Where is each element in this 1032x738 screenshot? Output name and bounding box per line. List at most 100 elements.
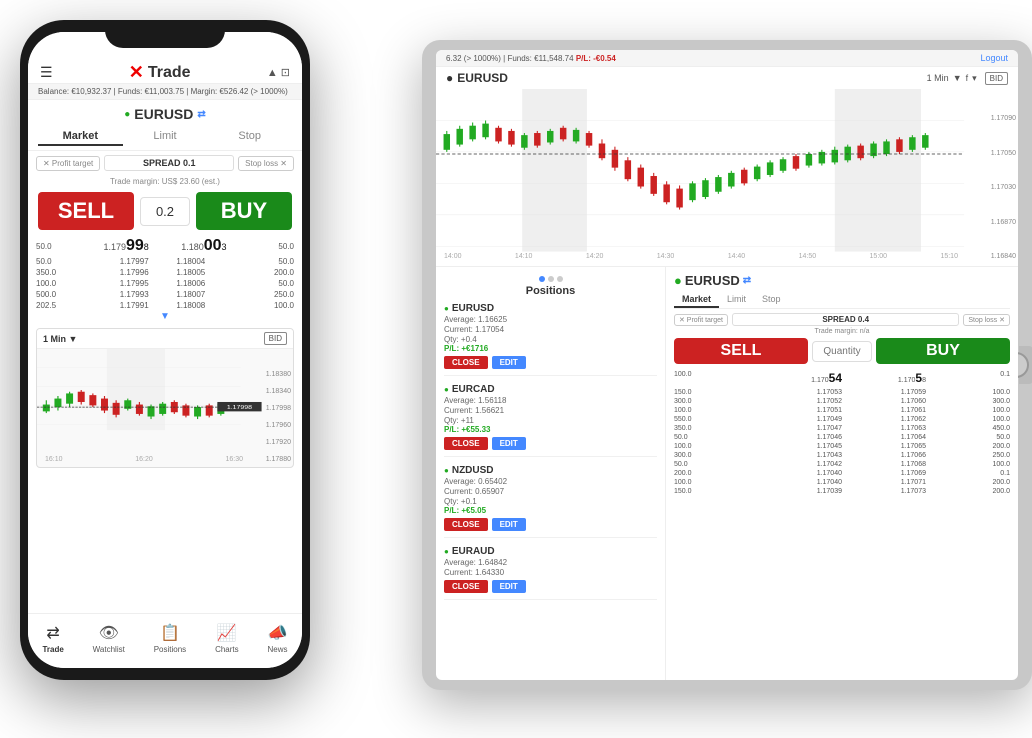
brand-name: Trade xyxy=(148,64,191,82)
x-logo-icon: ✕ xyxy=(129,62,144,83)
tp-ob-bid-2: 1.17052 xyxy=(758,398,842,405)
dot-1 xyxy=(539,276,545,282)
tp-refresh-icon[interactable]: ⇄ xyxy=(743,275,751,286)
pos-euraud-name-text: EURAUD xyxy=(452,546,495,557)
pair-refresh-icon[interactable]: ⇄ xyxy=(197,109,205,120)
ob-bid-2: 1.17996 xyxy=(99,268,149,277)
tablet-bid-tag[interactable]: BID xyxy=(985,72,1008,85)
tp-sell-buy-row: SELL BUY xyxy=(674,338,1010,364)
pos-nzdusd-name-text: NZDUSD xyxy=(452,465,494,476)
tp-ob-row-7: 100.0 1.17045 1.17065 200.0 xyxy=(674,442,1010,451)
tp-ob-bid-11: 1.17040 xyxy=(758,479,842,486)
tp-ob-qty2-6: 50.0 xyxy=(926,434,1010,441)
ob-qty-4: 500.0 xyxy=(36,290,71,299)
hamburger-icon[interactable]: ☰ xyxy=(40,64,53,81)
close-eurcad-button[interactable]: CLOSE xyxy=(444,437,488,450)
ob-qty2-5: 100.0 xyxy=(259,301,294,310)
price-1: 1.18340 xyxy=(246,388,291,395)
tp-buy-button[interactable]: BUY xyxy=(876,338,1010,364)
close-euraud-button[interactable]: CLOSE xyxy=(444,580,488,593)
profit-target-chip[interactable]: ✕ Profit target xyxy=(36,156,100,171)
tp-profit-target[interactable]: ✕ Profit target xyxy=(674,314,728,326)
logout-button[interactable]: Logout xyxy=(980,53,1008,63)
sell-button[interactable]: SELL xyxy=(38,192,134,230)
tp-ob-row-10: 200.0 1.17040 1.17069 0.1 xyxy=(674,469,1010,478)
positions-icon: 📋 xyxy=(160,623,180,643)
tp-ob-qty2-10: 0.1 xyxy=(926,470,1010,477)
tp-ob-qty2-12: 200.0 xyxy=(926,488,1010,495)
phone-status-bar: Balance: €10,932.37 | Funds: €11,003.75 … xyxy=(28,83,302,100)
order-book-highlight-row: 50.0 1.179998 1.180003 50.0 xyxy=(36,236,294,256)
tp-ob-ask-6: 1.17064 xyxy=(842,434,926,441)
t-time-5: 14:50 xyxy=(799,253,817,260)
ob-qty-2: 350.0 xyxy=(36,268,71,277)
pos-eurusd-buttons: CLOSE EDIT xyxy=(444,356,657,369)
ob-bid-4: 1.17993 xyxy=(99,290,149,299)
tp-ob-qty1-6: 50.0 xyxy=(674,434,758,441)
pagination-dots xyxy=(444,273,657,285)
tp-ob-bid-7: 1.17045 xyxy=(758,443,842,450)
stop-loss-chip[interactable]: Stop loss ✕ xyxy=(238,156,294,171)
tp-tab-limit[interactable]: Limit xyxy=(719,292,754,308)
tablet-pair-dot: ● xyxy=(446,71,453,85)
tp-name-text: EURUSD xyxy=(685,273,740,288)
tablet-indicator-icon[interactable]: f xyxy=(966,73,969,83)
positions-label: Positions xyxy=(154,645,186,654)
pos-eurcad-pnl: P/L: +€55.33 xyxy=(444,425,657,434)
tab-limit[interactable]: Limit xyxy=(123,128,208,146)
tp-ob-bid-12: 1.17039 xyxy=(758,488,842,495)
t-time-0: 14:00 xyxy=(444,253,462,260)
tp-quantity-input[interactable] xyxy=(812,341,872,362)
position-eurusd: ● EURUSD Average: 1.16625 Current: 1.170… xyxy=(444,303,657,376)
tp-stop-loss[interactable]: Stop loss ✕ xyxy=(963,314,1010,326)
phone-chart-toolbar: 1 Min ▼ BID xyxy=(37,329,293,349)
tablet-pnl: P/L: -€0.54 xyxy=(576,54,616,63)
tp-ob-row-5: 350.0 1.17047 1.17063 450.0 xyxy=(674,424,1010,433)
tab-stop[interactable]: Stop xyxy=(207,128,292,146)
nav-watchlist[interactable]: 👁 Watchlist xyxy=(93,623,125,654)
edit-eurusd-button[interactable]: EDIT xyxy=(492,356,526,369)
nav-news[interactable]: 📣 News xyxy=(268,623,288,654)
edit-eurcad-button[interactable]: EDIT xyxy=(492,437,526,450)
tp-tab-market[interactable]: Market xyxy=(674,292,719,308)
price-0: 1.18380 xyxy=(246,371,291,378)
phone-timeframe-selector[interactable]: 1 Min ▼ xyxy=(43,334,77,344)
dot-3 xyxy=(557,276,563,282)
tp-ob-row-11: 100.0 1.17040 1.17071 200.0 xyxy=(674,478,1010,487)
close-eurusd-button[interactable]: CLOSE xyxy=(444,356,488,369)
scroll-down-icon[interactable]: ▼ xyxy=(36,311,294,322)
tablet-timeframe[interactable]: 1 Min xyxy=(927,73,949,83)
close-nzdusd-button[interactable]: CLOSE xyxy=(444,518,488,531)
tp-ob-qty1-3: 100.0 xyxy=(674,407,758,414)
tp-ob-ask-7: 1.17065 xyxy=(842,443,926,450)
ob-qty-5: 202.5 xyxy=(36,301,71,310)
pos-euraud-buttons: CLOSE EDIT xyxy=(444,580,657,593)
quantity-input[interactable] xyxy=(140,197,190,226)
t-time-7: 15:10 xyxy=(940,253,958,260)
tablet-tf-arrow[interactable]: ▼ xyxy=(953,73,962,83)
tp-ob-qty2-3: 100.0 xyxy=(926,407,1010,414)
tablet-price-labels: 1.17090 1.17050 1.17030 1.16870 1.16840 xyxy=(961,115,1016,260)
ob-ask-4: 1.18007 xyxy=(176,290,231,299)
edit-euraud-button[interactable]: EDIT xyxy=(492,580,526,593)
order-book-row-3: 100.0 1.17995 1.18006 50.0 xyxy=(36,278,294,289)
tablet-home-button[interactable] xyxy=(1019,346,1032,384)
tab-market[interactable]: Market xyxy=(38,128,123,146)
tp-ob-qty1-8: 300.0 xyxy=(674,452,758,459)
phone-bid-tag[interactable]: BID xyxy=(264,332,287,345)
tp-tab-stop[interactable]: Stop xyxy=(754,292,789,308)
edit-nzdusd-button[interactable]: EDIT xyxy=(492,518,526,531)
tp-ob-ask-11: 1.17071 xyxy=(842,479,926,486)
tablet-settings-icon[interactable]: ▾ xyxy=(972,73,977,84)
nav-positions[interactable]: 📋 Positions xyxy=(154,623,186,654)
phone-time-labels: 16:10 16:20 16:30 xyxy=(45,456,243,463)
buy-button[interactable]: BUY xyxy=(196,192,292,230)
nav-trade[interactable]: ⇄ Trade xyxy=(42,623,63,654)
nav-charts[interactable]: 📈 Charts xyxy=(215,623,239,654)
tp-sell-button[interactable]: SELL xyxy=(674,338,808,364)
ob-ask-2: 1.18005 xyxy=(176,268,231,277)
ob-qty2-1: 50.0 xyxy=(259,257,294,266)
tablet-candlestick-chart xyxy=(436,89,1018,262)
profit-target-label: ✕ Profit target xyxy=(43,159,93,168)
pos-dot-2: ● xyxy=(444,385,449,394)
